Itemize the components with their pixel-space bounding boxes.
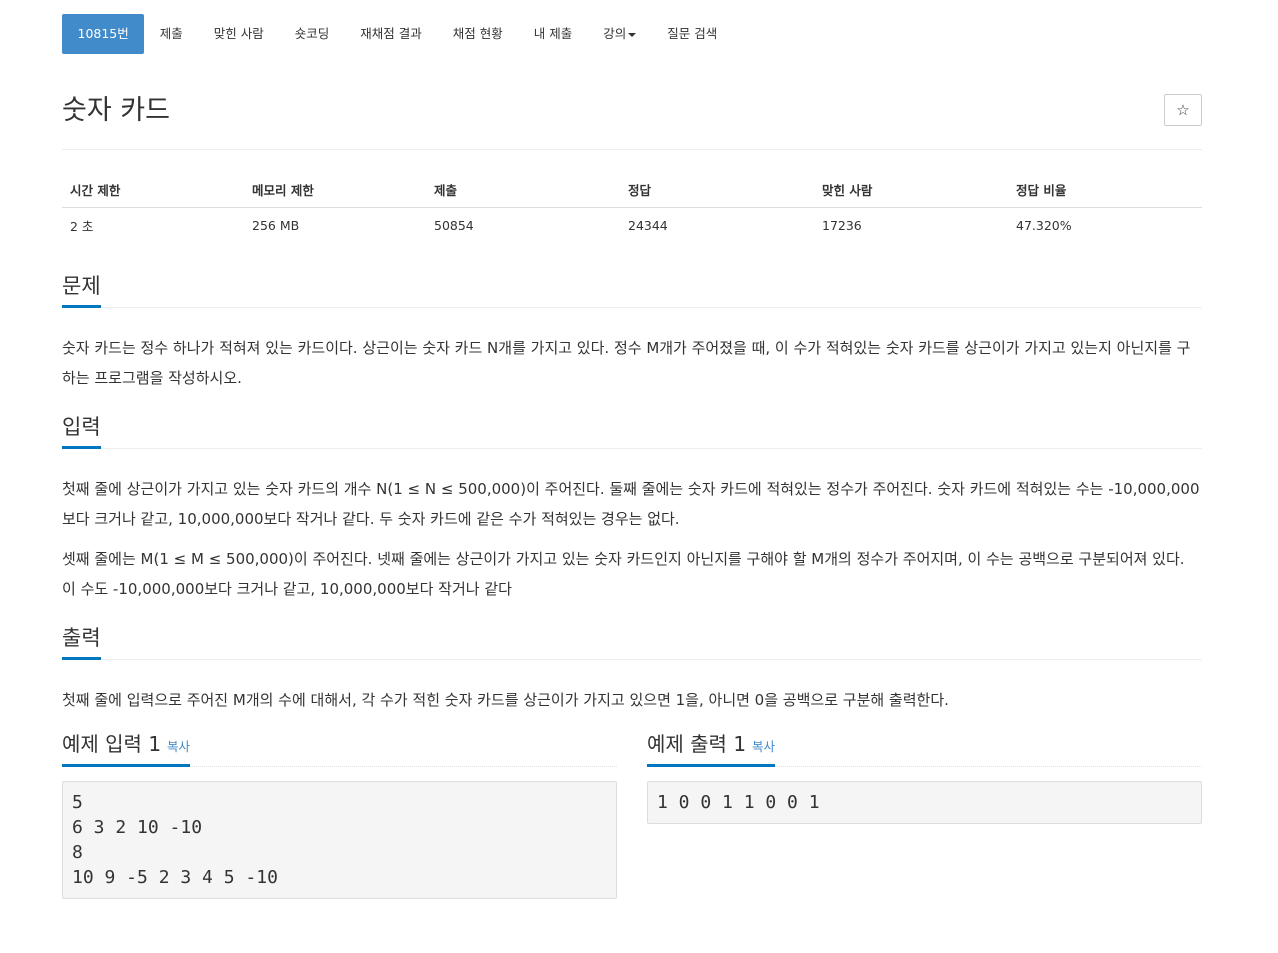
output-heading: 출력: [62, 623, 101, 660]
header-memory-limit: 메모리 제한: [244, 172, 426, 208]
copy-output-link[interactable]: 복사: [752, 739, 775, 754]
sample-input-heading-wrap: 예제 입력 1 복사: [62, 729, 191, 767]
input-text-2: 셋째 줄에는 M(1 ≤ M ≤ 500,000)이 주어진다. 넷째 줄에는 …: [62, 550, 1185, 598]
input-text-1: 첫째 줄에 상근이가 가지고 있는 숫자 카드의 개수 N(1 ≤ N ≤ 50…: [62, 480, 1200, 528]
sample-input-head: 예제 입력 1 복사: [62, 729, 617, 767]
accuracy-value: 47.320%: [1016, 218, 1072, 233]
description-section-head: 문제: [62, 271, 1202, 308]
page-title: 숫자 카드: [62, 95, 170, 126]
sample-output-block[interactable]: 1 0 0 1 1 0 0 1: [647, 781, 1202, 824]
time-limit-value: 2 초: [70, 219, 94, 234]
copy-input-link[interactable]: 복사: [167, 739, 190, 754]
submissions-value: 50854: [434, 218, 474, 233]
samples-area: 예제 입력 1 복사 5 6 3 2 10 -10 8 10 9 -5 2 3 4…: [62, 729, 1202, 929]
header-accuracy: 정답 비율: [1008, 172, 1202, 208]
description-text: 숫자 카드는 정수 하나가 적혀져 있는 카드이다. 상근이는 숫자 카드 N개…: [62, 339, 1191, 387]
tab-lectures-dropdown[interactable]: 강의: [588, 14, 652, 54]
problem-info-table: 시간 제한 메모리 제한 제출 정답 맞힌 사람 정답 비율 2 초 256 M…: [62, 172, 1202, 243]
tab-lectures-label: 강의: [603, 26, 627, 41]
header-time-limit: 시간 제한: [62, 172, 244, 208]
tab-problem-number[interactable]: 10815번: [62, 14, 145, 54]
tab-shortest-code[interactable]: 숏코딩: [279, 14, 345, 54]
sample-input-block[interactable]: 5 6 3 2 10 -10 8 10 9 -5 2 3 4 5 -10: [62, 781, 617, 899]
sample-output-heading-wrap: 예제 출력 1 복사: [647, 729, 776, 767]
output-section-head: 출력: [62, 623, 1202, 660]
tab-my-submissions[interactable]: 내 제출: [518, 14, 587, 54]
input-heading: 입력: [62, 412, 101, 449]
description-heading: 문제: [62, 271, 101, 308]
sample-input-panel: 예제 입력 1 복사 5 6 3 2 10 -10 8 10 9 -5 2 3 4…: [62, 729, 617, 899]
favorite-button[interactable]: ☆: [1164, 94, 1202, 126]
tab-rejudge-result[interactable]: 재채점 결과: [345, 14, 437, 54]
sample-output-panel: 예제 출력 1 복사 1 0 0 1 1 0 0 1: [647, 729, 1202, 824]
tab-solved-users[interactable]: 맞힌 사람: [198, 14, 279, 54]
title-row: 숫자 카드 ☆: [62, 54, 1202, 150]
page-container: 10815번 제출 맞힌 사람 숏코딩 재채점 결과 채점 현황 내 제출 강의…: [62, 14, 1202, 929]
star-icon: ☆: [1176, 101, 1190, 119]
sample-output-heading: 예제 출력 1: [647, 732, 747, 756]
caret-down-icon: [628, 32, 637, 37]
memory-limit-value: 256 MB: [252, 218, 300, 233]
table-row: 2 초 256 MB 50854 24344 17236 47.320%: [62, 208, 1202, 244]
tab-question-search[interactable]: 질문 검색: [652, 14, 733, 54]
header-solved-users: 맞힌 사람: [814, 172, 1008, 208]
table-header-row: 시간 제한 메모리 제한 제출 정답 맞힌 사람 정답 비율: [62, 172, 1202, 208]
solved-users-value: 17236: [822, 218, 862, 233]
tab-judge-status[interactable]: 채점 현황: [437, 14, 518, 54]
sample-input-heading: 예제 입력 1: [62, 732, 162, 756]
sample-output-head: 예제 출력 1 복사: [647, 729, 1202, 767]
output-text: 첫째 줄에 입력으로 주어진 M개의 수에 대해서, 각 수가 적힌 숫자 카드…: [62, 691, 949, 709]
header-submissions: 제출: [426, 172, 620, 208]
input-section-head: 입력: [62, 412, 1202, 449]
tab-submit[interactable]: 제출: [144, 14, 198, 54]
header-accepted: 정답: [620, 172, 814, 208]
accepted-value: 24344: [628, 218, 668, 233]
problem-menu: 10815번 제출 맞힌 사람 숏코딩 재채점 결과 채점 현황 내 제출 강의…: [62, 14, 1202, 54]
